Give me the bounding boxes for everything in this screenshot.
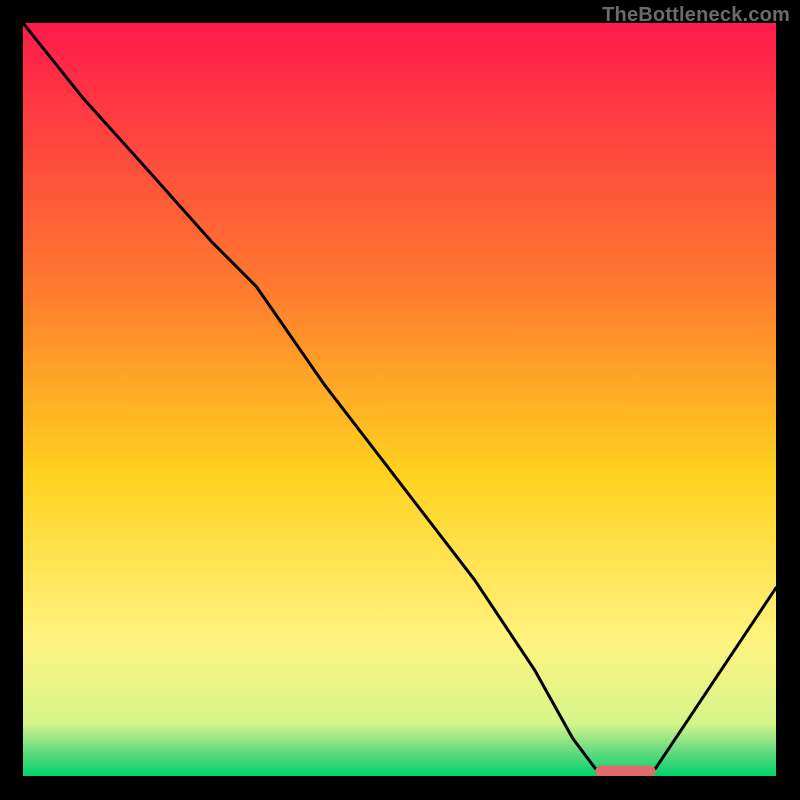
- chart-svg: [23, 23, 776, 776]
- watermark-text: TheBottleneck.com: [602, 4, 790, 27]
- optimal-marker: [595, 766, 655, 777]
- chart-frame: TheBottleneck.com: [0, 0, 800, 800]
- plot-area: [23, 23, 776, 776]
- gradient-background: [23, 23, 776, 776]
